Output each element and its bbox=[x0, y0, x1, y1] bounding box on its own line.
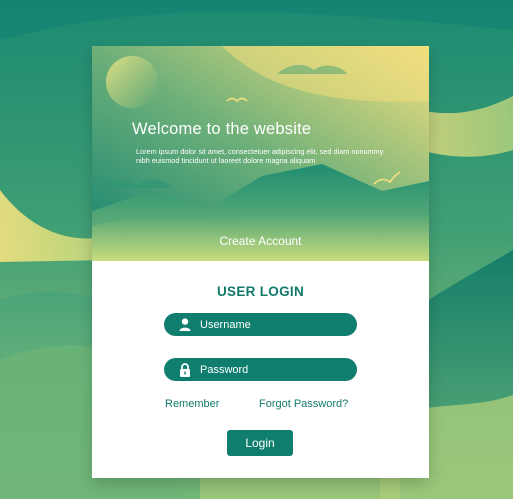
login-card: Welcome to the website Lorem ipsum dolor… bbox=[92, 46, 429, 478]
welcome-title: Welcome to the website bbox=[132, 120, 312, 138]
create-account-link[interactable]: Create Account bbox=[92, 234, 429, 248]
remember-option[interactable]: Remember bbox=[165, 398, 219, 410]
password-input[interactable] bbox=[200, 363, 350, 376]
login-heading: USER LOGIN bbox=[216, 284, 304, 299]
page-background: Welcome to the website Lorem ipsum dolor… bbox=[0, 0, 513, 499]
forgot-password-link[interactable]: Forgot Password? bbox=[259, 398, 348, 410]
login-button[interactable]: Login bbox=[227, 430, 293, 456]
login-options-row: Remember Forgot Password? bbox=[92, 398, 429, 414]
welcome-description: Lorem ipsum dolor sit amet, consectetuer… bbox=[136, 147, 384, 165]
user-icon bbox=[178, 318, 192, 332]
password-field-container[interactable] bbox=[164, 358, 357, 381]
username-input[interactable] bbox=[200, 318, 350, 331]
hero-banner: Welcome to the website Lorem ipsum dolor… bbox=[92, 46, 429, 261]
username-field-container[interactable] bbox=[164, 313, 357, 336]
lock-icon bbox=[178, 362, 192, 377]
